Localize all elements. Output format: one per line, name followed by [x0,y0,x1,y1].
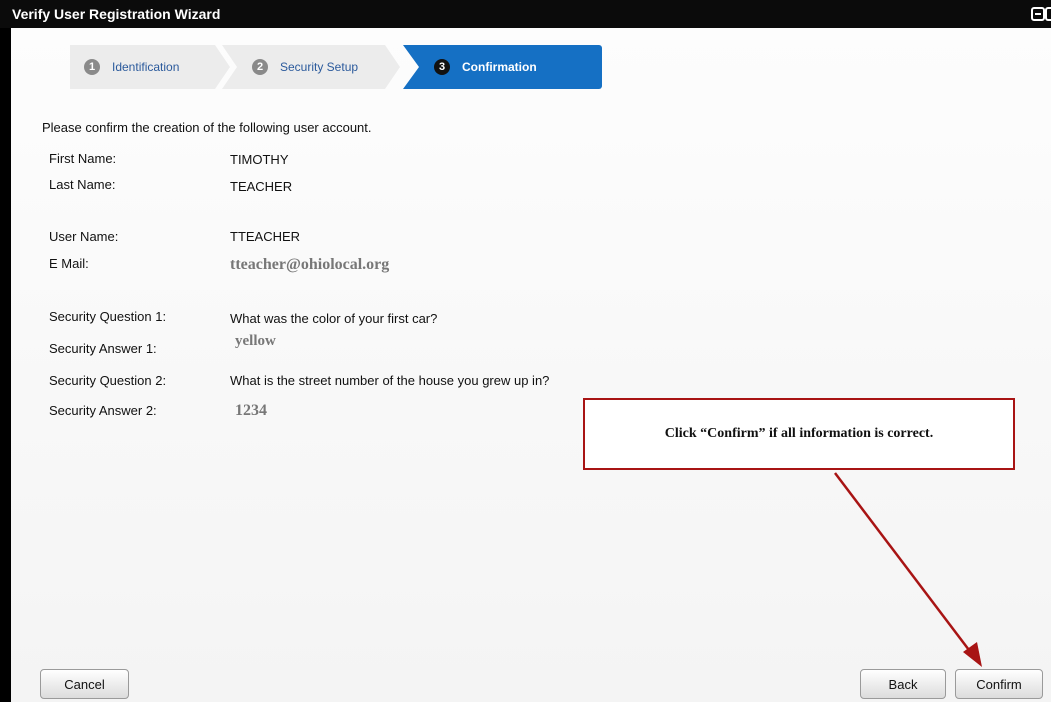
title-bar: Verify User Registration Wizard [0,0,1051,28]
first-name-label: First Name: [49,151,117,166]
step-label: Security Setup [280,60,359,74]
step-label: Confirmation [462,60,537,74]
step-number-badge: 3 [434,59,450,75]
window-title: Verify User Registration Wizard [12,6,221,22]
security-answer-2-label: Security Answer 2: [49,403,157,418]
step-label: Identification [112,60,180,74]
security-question-2-label: Security Question 2: [49,373,167,388]
cancel-button[interactable]: Cancel [40,669,129,699]
security-answer-1-value: yellow [235,333,276,349]
instruction-callout: Click “Confirm” if all information is co… [583,398,1015,470]
window-left-border [0,0,11,702]
security-question-1-label: Security Question 1: [49,309,167,324]
intro-text: Please confirm the creation of the follo… [42,120,372,135]
callout-text: Click “Confirm” if all information is co… [664,426,934,441]
step-number-badge: 2 [252,59,268,75]
back-button[interactable]: Back [860,669,946,699]
minimize-icon[interactable] [1031,7,1045,21]
email-value: tteacher@ohiolocal.org [230,256,390,273]
step-identification[interactable]: 1 Identification [70,45,230,89]
security-question-2-value: What is the street number of the house y… [230,373,550,388]
step-number-badge: 1 [84,59,100,75]
close-icon[interactable] [1045,7,1051,21]
confirm-button[interactable]: Confirm [955,669,1043,699]
user-name-label: User Name: [49,229,119,244]
security-answer-2-value: 1234 [235,402,267,419]
user-name-value: TTEACHER [230,229,301,244]
first-name-value: TIMOTHY [230,152,289,167]
step-confirmation[interactable]: 3 Confirmation [403,45,602,89]
step-security-setup[interactable]: 2 Security Setup [222,45,400,89]
email-label: E Mail: [49,256,89,271]
last-name-label: Last Name: [49,177,116,192]
last-name-value: TEACHER [230,179,293,194]
security-question-1-value: What was the color of your first car? [230,311,438,326]
security-answer-1-label: Security Answer 1: [49,341,157,356]
